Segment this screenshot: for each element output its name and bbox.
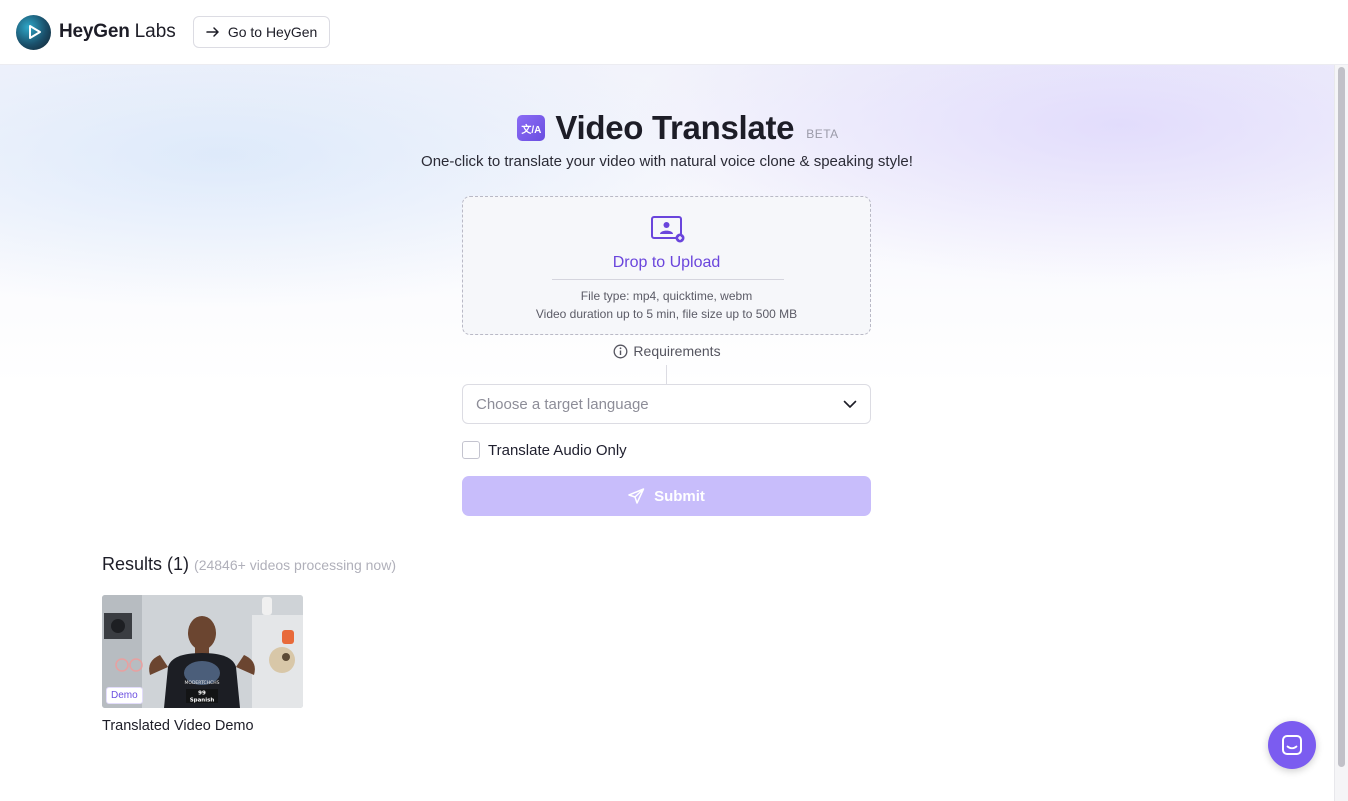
shirt-text: MODERTCHCHS — [185, 680, 220, 686]
translate-icon: 文/A — [517, 115, 546, 141]
drop-divider — [552, 279, 784, 280]
send-icon — [628, 488, 645, 504]
result-card-title[interactable]: Translated Video Demo — [102, 718, 303, 734]
beta-badge: BETA — [806, 127, 839, 141]
go-to-heygen-label: Go to HeyGen — [227, 24, 318, 40]
translate-audio-only-checkbox[interactable] — [462, 441, 480, 459]
chat-launcher-button[interactable] — [1268, 721, 1316, 769]
results-header: Results (1) (24846+ videos processing no… — [102, 554, 396, 575]
scrollbar-thumb[interactable] — [1338, 67, 1345, 767]
page-scrollbar[interactable] — [1334, 65, 1348, 801]
caption-language: Spanish — [190, 698, 215, 704]
main-content: 文/A Video Translate BETA One-click to tr… — [0, 65, 1334, 801]
results-title: Results (1) — [102, 554, 190, 574]
connector-line — [666, 365, 667, 384]
file-type-info: File type: mp4, quicktime, webm — [580, 289, 753, 303]
target-language-placeholder: Choose a target language — [476, 395, 649, 413]
translate-audio-only-label: Translate Audio Only — [488, 441, 627, 459]
submit-label: Submit — [654, 487, 705, 505]
result-card[interactable]: MODERTCHCHS 99 Spanish Demo Translated V… — [102, 595, 303, 734]
requirements-label: Requirements — [633, 343, 721, 359]
page-title: Video Translate — [555, 109, 795, 146]
submit-button[interactable]: Submit — [462, 476, 871, 516]
target-language-select[interactable]: Choose a target language — [462, 384, 871, 424]
title-row: 文/A Video Translate BETA — [0, 109, 1334, 147]
arrow-right-icon — [206, 27, 219, 37]
video-thumbnail[interactable]: MODERTCHCHS 99 Spanish Demo — [102, 595, 303, 708]
demo-badge: Demo — [106, 687, 143, 704]
drop-to-upload-label: Drop to Upload — [612, 254, 721, 271]
chat-icon — [1282, 735, 1302, 755]
upload-user-icon — [651, 216, 685, 243]
file-limits-info: Video duration up to 5 min, file size up… — [535, 307, 798, 321]
caption-number: 99 — [198, 691, 206, 697]
processing-count: (24846+ videos processing now) — [194, 557, 396, 573]
brand-name: HeyGen — [59, 21, 130, 42]
brand-sub: Labs — [134, 21, 176, 42]
top-header: HeyGen Labs Go to HeyGen — [0, 0, 1348, 65]
upload-dropzone[interactable]: Drop to Upload File type: mp4, quicktime… — [462, 196, 871, 335]
translate-audio-only-option[interactable]: Translate Audio Only — [462, 441, 627, 459]
heygen-logo-icon — [16, 14, 51, 50]
heygen-logo[interactable]: HeyGen Labs — [16, 14, 176, 50]
requirements-link[interactable]: Requirements — [0, 343, 1334, 359]
chevron-down-icon — [843, 400, 857, 408]
go-to-heygen-button[interactable]: Go to HeyGen — [192, 16, 331, 48]
page-subtitle: One-click to translate your video with n… — [421, 153, 913, 170]
info-icon — [613, 344, 628, 358]
